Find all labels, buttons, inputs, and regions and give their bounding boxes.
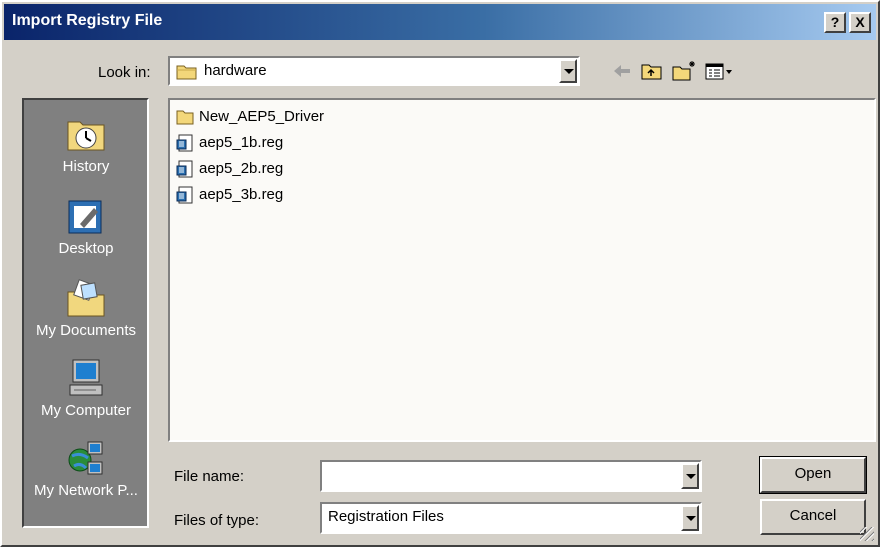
cancel-button[interactable]: Cancel xyxy=(760,499,866,535)
file-name: aep5_2b.reg xyxy=(199,160,284,177)
close-button[interactable]: X xyxy=(849,12,871,33)
file-name-field[interactable] xyxy=(320,460,702,492)
up-one-level-button[interactable] xyxy=(638,58,666,84)
desktop-icon xyxy=(68,200,102,234)
new-folder-icon xyxy=(672,61,695,81)
registry-file-icon xyxy=(176,160,193,178)
place-label: My Documents xyxy=(35,322,137,339)
place-my-documents[interactable]: My Documents xyxy=(24,278,148,339)
place-label: My Computer xyxy=(40,402,132,419)
new-folder-button[interactable] xyxy=(670,58,698,84)
my-documents-icon xyxy=(67,279,105,317)
places-bar: History Desktop My Documents My Computer… xyxy=(22,98,149,528)
my-network-places-icon xyxy=(68,441,103,475)
title-bar[interactable]: Import Registry File ? X xyxy=(4,4,876,40)
folder-icon xyxy=(176,110,194,125)
file-name-dropdown-button[interactable] xyxy=(681,463,699,489)
file-type-value: Registration Files xyxy=(328,508,444,525)
place-label: My Network P... xyxy=(34,482,138,499)
look-in-label: Look in: xyxy=(98,64,151,81)
folder-icon xyxy=(176,65,197,80)
file-type-dropdown-button[interactable] xyxy=(681,505,699,531)
up-folder-icon xyxy=(641,64,662,80)
look-in-dropdown[interactable]: hardware xyxy=(168,56,580,86)
view-menu-button[interactable] xyxy=(702,58,736,84)
place-my-computer[interactable]: My Computer xyxy=(24,358,148,419)
place-history[interactable]: History xyxy=(24,114,148,175)
help-button[interactable]: ? xyxy=(824,12,846,33)
file-list[interactable]: New_AEP5_Driver aep5_1b.reg aep5_2b.reg xyxy=(168,98,876,442)
history-icon xyxy=(67,121,105,151)
registry-file-icon xyxy=(176,134,193,152)
back-button[interactable] xyxy=(608,58,636,84)
file-type-dropdown[interactable]: Registration Files xyxy=(320,502,702,534)
back-icon xyxy=(614,65,630,77)
place-desktop[interactable]: Desktop xyxy=(24,196,148,257)
place-my-network-places[interactable]: My Network P... xyxy=(24,438,148,499)
place-label: History xyxy=(62,158,110,175)
look-in-dropdown-button[interactable] xyxy=(559,59,577,83)
registry-file-icon xyxy=(176,186,193,204)
view-menu-icon xyxy=(705,63,732,80)
import-registry-dialog: Import Registry File ? X Look in: hardwa… xyxy=(0,0,880,547)
file-name: aep5_3b.reg xyxy=(199,186,284,203)
open-button[interactable]: Open xyxy=(759,456,867,494)
my-computer-icon xyxy=(69,359,103,396)
file-type-label: Files of type: xyxy=(174,512,260,529)
dialog-title: Import Registry File xyxy=(12,12,163,29)
look-in-value: hardware xyxy=(204,62,267,79)
file-name-label: File name: xyxy=(174,468,245,485)
place-label: Desktop xyxy=(58,240,114,257)
file-name: aep5_1b.reg xyxy=(199,134,284,151)
file-name: New_AEP5_Driver xyxy=(199,108,325,125)
resize-grip[interactable] xyxy=(860,527,874,541)
